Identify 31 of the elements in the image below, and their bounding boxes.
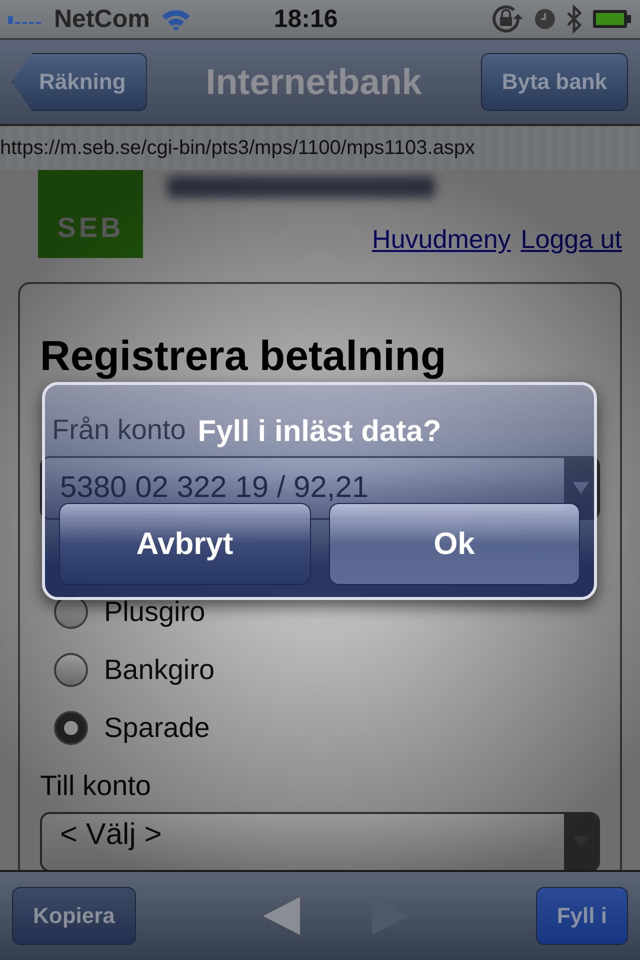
- form-heading: Registrera betalning: [40, 332, 448, 380]
- radio-button[interactable]: [54, 711, 88, 745]
- back-button[interactable]: Räkning: [12, 53, 147, 111]
- copy-button[interactable]: Kopiera: [12, 887, 136, 945]
- fill-in-button[interactable]: Fyll i: [536, 887, 628, 945]
- radio-button[interactable]: [54, 653, 88, 687]
- radio-label: Bankgiro: [104, 654, 215, 686]
- switch-bank-button[interactable]: Byta bank: [480, 53, 628, 111]
- radio-label: Sparade: [104, 712, 210, 744]
- bluetooth-icon: [566, 5, 582, 33]
- account-select[interactable]: < Välj >: [40, 812, 600, 870]
- dropdown-icon: [573, 482, 589, 494]
- nav-link[interactable]: Huvudmeny: [372, 224, 511, 255]
- nav-title: Internetbank: [206, 61, 422, 103]
- url-text: https://m.seb.se/cgi-bin/pts3/mps/1100/mps1103.aspx: [0, 136, 476, 160]
- field-label: Från konto: [52, 414, 186, 446]
- nav-link[interactable]: Logga ut: [520, 224, 622, 255]
- alert-button[interactable]: Avbryt: [59, 503, 310, 585]
- field-label: Till konto: [40, 770, 152, 802]
- clock-time: 18:16: [274, 4, 338, 34]
- alert-title: Fyll i inläst data?: [198, 415, 442, 449]
- alarm-clock-icon: [534, 8, 556, 30]
- rotation-lock-icon: [490, 4, 524, 34]
- signal-icon: [8, 14, 44, 24]
- alert-button[interactable]: Ok: [328, 503, 580, 585]
- bank-logo: SEB: [38, 170, 143, 258]
- carrier-name: NetCom: [54, 4, 150, 34]
- radio-label: Plusgiro: [104, 596, 206, 628]
- battery-icon: [592, 9, 632, 29]
- back-arrow-icon[interactable]: [262, 897, 301, 935]
- radio-button[interactable]: [54, 595, 88, 629]
